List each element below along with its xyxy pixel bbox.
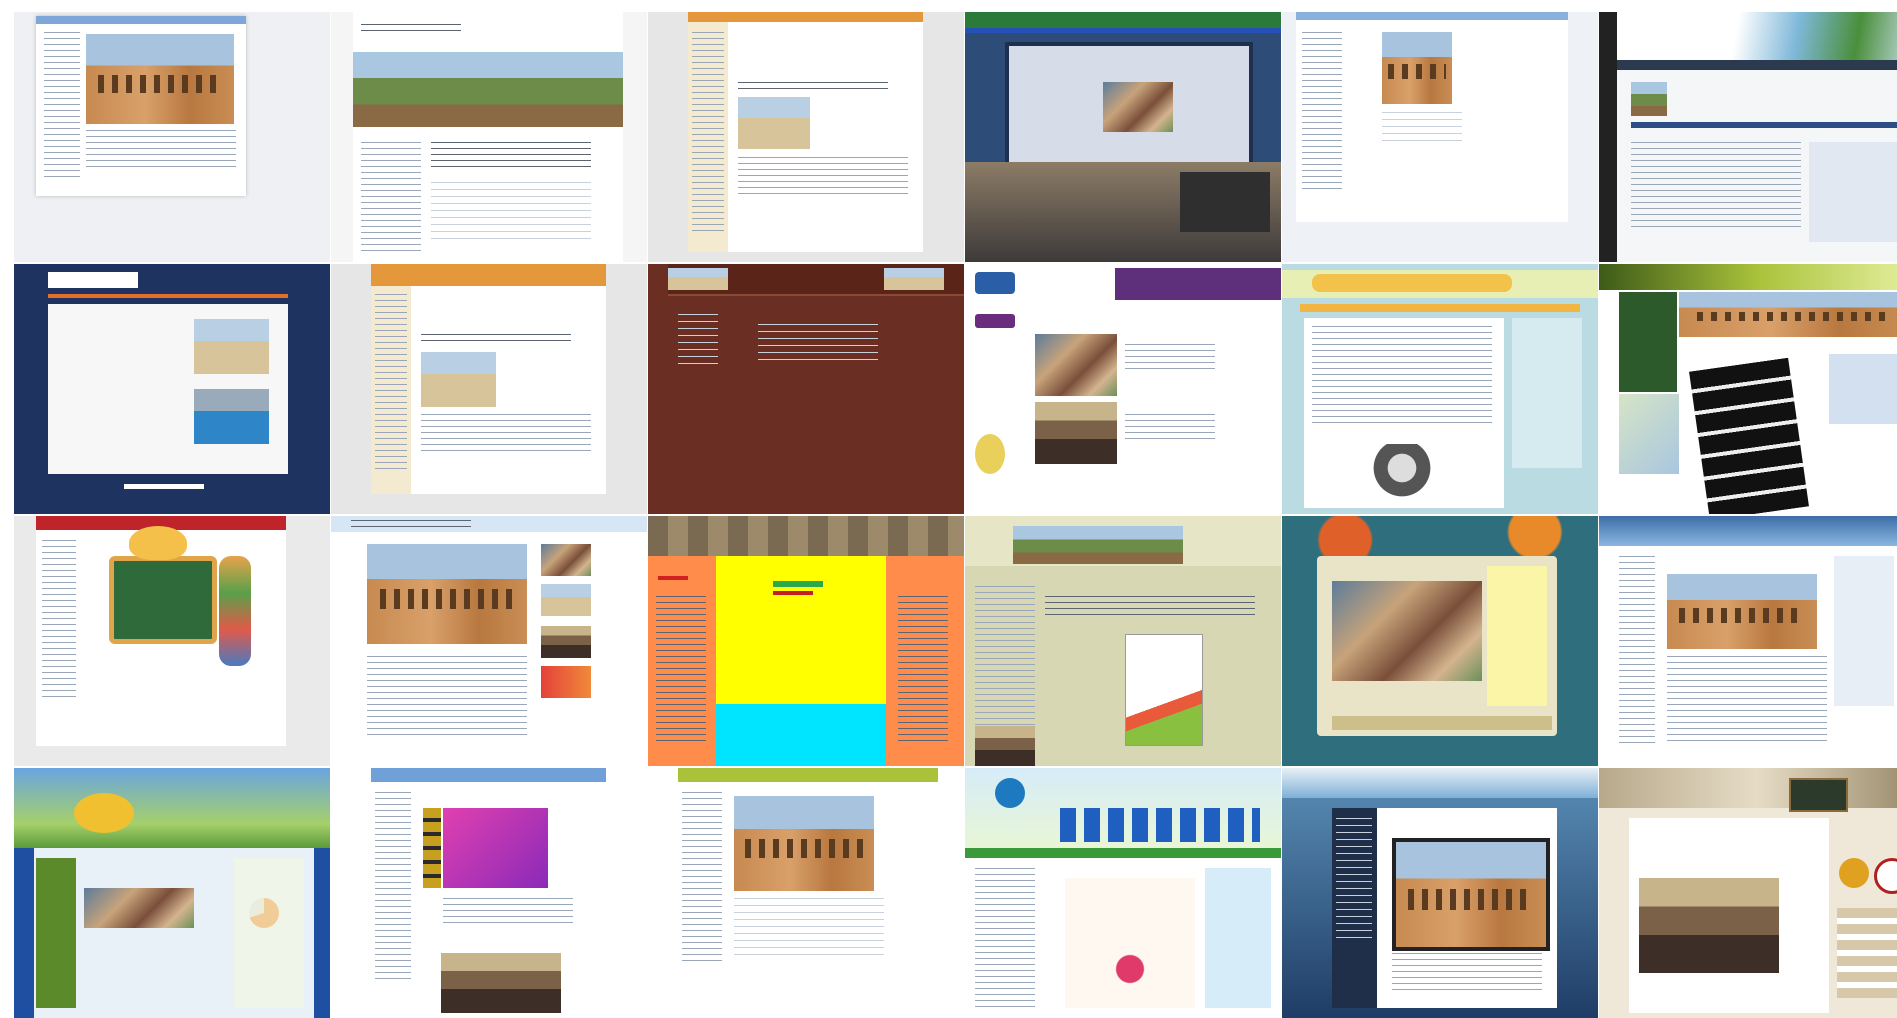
chalkboard-cartoon — [109, 556, 217, 644]
classroom-photo — [1639, 878, 1779, 973]
school-photo — [1667, 574, 1817, 649]
site-thumbnail-r4c6[interactable] — [1599, 768, 1897, 1018]
site-thumbnail-r1c5[interactable] — [1282, 12, 1598, 262]
playground-photo — [194, 319, 269, 374]
site-thumbnail-r1c1[interactable] — [14, 12, 330, 262]
landscape-photo — [353, 52, 623, 127]
students-photo — [84, 888, 194, 928]
site-thumbnail-r3c6[interactable] — [1599, 516, 1897, 766]
activity-photo — [1035, 402, 1117, 464]
town-photo — [367, 544, 527, 644]
event-poster — [443, 808, 548, 888]
site-thumbnail-r2c6[interactable] — [1599, 264, 1897, 514]
site-thumbnail-r1c6[interactable] — [1599, 12, 1897, 262]
site-thumbnail-r3c5[interactable] — [1282, 516, 1598, 766]
portrait-photo — [1372, 444, 1432, 504]
school-building-photo — [86, 34, 234, 124]
site-thumbnail-r1c2[interactable] — [331, 12, 647, 262]
school-photo — [1392, 838, 1550, 951]
site-thumbnail-r4c1[interactable] — [14, 768, 330, 1018]
site-thumbnail-r3c2[interactable] — [331, 516, 647, 766]
panorama-photo — [1013, 526, 1183, 564]
website-thumbnail-mosaic — [14, 12, 1897, 1018]
site-thumbnail-r3c3[interactable] — [648, 516, 964, 766]
site-thumbnail-r2c3[interactable] — [648, 264, 964, 514]
site-thumbnail-r4c5[interactable] — [1282, 768, 1598, 1018]
field-photo — [738, 97, 810, 149]
event-photo — [1103, 82, 1173, 132]
site-thumbnail-r4c3[interactable] — [648, 768, 964, 1018]
welcome-graphic — [1065, 878, 1195, 1008]
map-thumbnail — [1619, 394, 1679, 474]
poster-image — [1125, 634, 1203, 746]
school-building-photo — [1382, 32, 1452, 104]
site-thumbnail-r3c1[interactable] — [14, 516, 330, 766]
school-photo — [1679, 292, 1897, 337]
site-thumbnail-r4c4[interactable] — [965, 768, 1281, 1018]
students-photo — [1035, 334, 1117, 396]
chalkboard-sign — [1789, 778, 1848, 812]
site-thumbnail-r2c2[interactable] — [331, 264, 647, 514]
site-thumbnail-r4c2[interactable] — [331, 768, 647, 1018]
field-photo — [421, 352, 496, 407]
site-thumbnail-r1c4[interactable] — [965, 12, 1281, 262]
film-strip-graphic — [1689, 357, 1809, 514]
site-thumbnail-r2c5[interactable] — [1282, 264, 1598, 514]
header-photo — [1631, 82, 1667, 116]
pool-photo — [194, 389, 269, 444]
site-thumbnail-r3c4[interactable] — [965, 516, 1281, 766]
site-thumbnail-r2c4[interactable] — [965, 264, 1281, 514]
site-thumbnail-r1c3[interactable] — [648, 12, 964, 262]
paper-people-chain — [1060, 808, 1260, 842]
group-photo — [1332, 581, 1482, 681]
school-building-photo — [734, 796, 874, 891]
site-thumbnail-r2c1[interactable] — [14, 264, 330, 514]
